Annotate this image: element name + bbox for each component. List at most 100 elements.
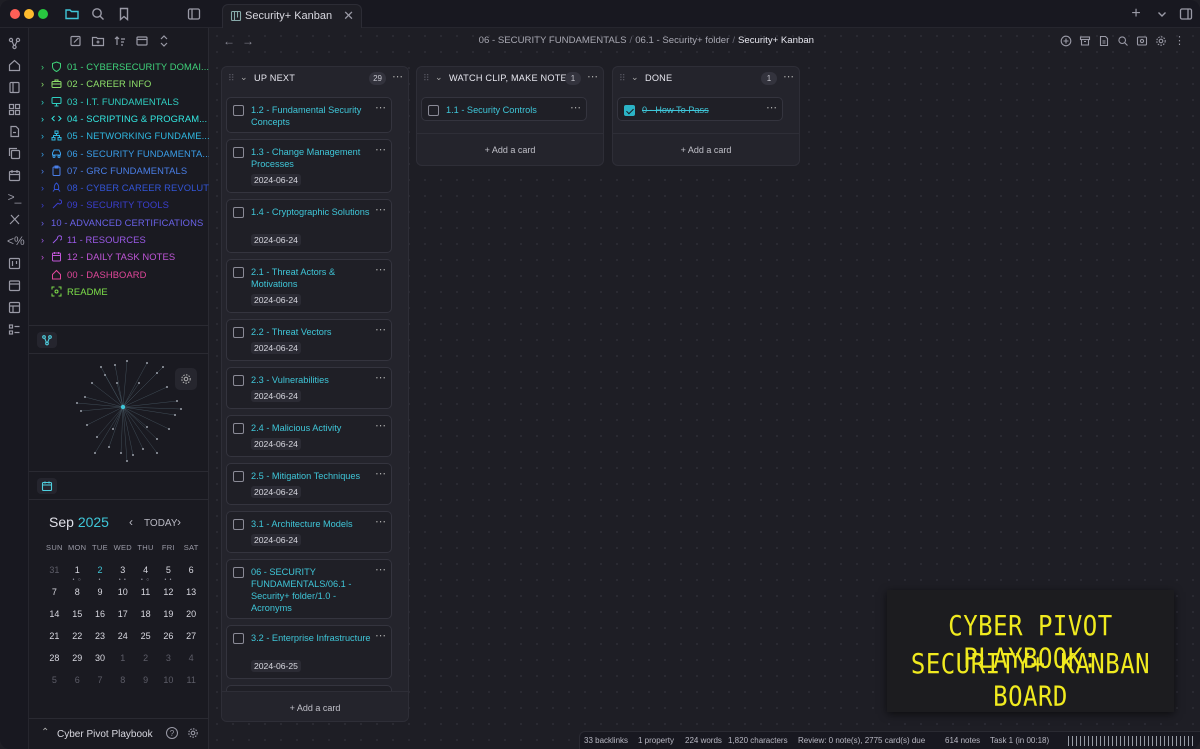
calendar-day[interactable]: 6: [66, 675, 89, 697]
graph-node[interactable]: [120, 452, 122, 454]
kanban-card[interactable]: 2.5 - Mitigation Techniques 2024-06-24 ⋯: [226, 463, 392, 505]
drag-handle-icon[interactable]: ⠿: [423, 73, 430, 84]
graph-node[interactable]: [156, 372, 158, 374]
calendar-day[interactable]: 29: [66, 653, 89, 675]
kanban-card[interactable]: 1.4 - Cryptographic Solutions 2024-06-24 ⋯: [226, 199, 392, 253]
card-title-link[interactable]: 2.5 - Mitigation Techniques: [251, 470, 375, 482]
grid-icon[interactable]: [7, 102, 22, 117]
more-options-icon[interactable]: ⋯: [766, 101, 777, 114]
calendar-day[interactable]: 17: [111, 609, 134, 631]
lane-header[interactable]: ⠿ ⌄ UP NEXT 29 ⋯: [222, 67, 408, 91]
calendar-day[interactable]: 10: [111, 587, 134, 609]
card-title-link[interactable]: 2.3 - Vulnerabilities: [251, 374, 375, 386]
card-checkbox[interactable]: [233, 423, 244, 434]
calendar-day[interactable]: 16: [89, 609, 112, 631]
calendar-day[interactable]: 11: [180, 675, 203, 697]
minimize-window-button[interactable]: [24, 9, 34, 19]
calendar-day[interactable]: 24: [111, 631, 134, 653]
markdown-file-icon[interactable]: [1098, 35, 1110, 47]
more-options-icon[interactable]: ⋯: [375, 629, 386, 642]
chevron-down-icon[interactable]: ⌄: [240, 72, 248, 83]
calendar-icon[interactable]: [7, 168, 22, 183]
calendar-day[interactable]: 12: [157, 587, 180, 609]
kanban-card[interactable]: 1.3 - Change Management Processes 2024-06…: [226, 139, 392, 193]
kanban-card[interactable]: 0 - How To Pass ⋯: [617, 97, 783, 121]
lane-header[interactable]: ⠿ ⌄ DONE 1 ⋯: [613, 67, 799, 91]
add-list-icon[interactable]: [1060, 35, 1072, 47]
kanban-card[interactable]: 06 - SECURITY FUNDAMENTALS/06.1 - Securi…: [226, 559, 392, 619]
calendar-day[interactable]: 26: [157, 631, 180, 653]
card-date[interactable]: 2024-06-25: [251, 660, 301, 672]
more-options-icon[interactable]: ⋯: [375, 323, 386, 336]
add-card-button[interactable]: + Add a card: [417, 145, 603, 155]
back-arrow-icon[interactable]: ←: [223, 34, 235, 48]
search-icon[interactable]: [1117, 35, 1129, 47]
kanban-card[interactable]: 3.2 - Enterprise Infrastructure 2024-06-2…: [226, 625, 392, 679]
card-checkbox[interactable]: [233, 147, 244, 158]
new-tab-icon[interactable]: +: [1128, 6, 1144, 22]
tree-folder[interactable]: › 08 - CYBER CAREER REVOLUTION: [41, 182, 226, 197]
more-options-icon[interactable]: ⋯: [392, 70, 403, 83]
card-date[interactable]: 2024-06-24: [251, 294, 301, 306]
card-title-link[interactable]: 2.1 - Threat Actors & Motivations: [251, 266, 375, 290]
board-view-icon[interactable]: [1136, 35, 1148, 47]
graph-node[interactable]: [112, 428, 114, 430]
calendar-day[interactable]: 1: [111, 653, 134, 675]
more-options-icon[interactable]: ⋯: [783, 70, 794, 83]
more-options-icon[interactable]: ⋯: [375, 101, 386, 114]
graph-node[interactable]: [176, 400, 178, 402]
tree-folder[interactable]: › 12 - DAILY TASK NOTES: [41, 251, 175, 266]
calendar-day[interactable]: 2: [134, 653, 157, 675]
vault-switcher[interactable]: ⌃ Cyber Pivot Playbook ?: [29, 718, 209, 749]
card-title-link[interactable]: 3.2 - Enterprise Infrastructure: [251, 632, 375, 644]
calendar-day[interactable]: 8: [111, 675, 134, 697]
more-options-icon[interactable]: ⋯: [375, 263, 386, 276]
calendar-day[interactable]: 6: [180, 565, 203, 587]
graph-node[interactable]: [114, 364, 116, 366]
kanban-card[interactable]: 2.2 - Threat Vectors 2024-06-24 ⋯: [226, 319, 392, 361]
calendar-day[interactable]: 30: [89, 653, 112, 675]
graph-node[interactable]: [91, 382, 93, 384]
card-checkbox[interactable]: [233, 633, 244, 644]
graph-node[interactable]: [94, 452, 96, 454]
add-card-button[interactable]: + Add a card: [222, 703, 408, 713]
calendar-day[interactable]: 21: [43, 631, 66, 653]
review-status[interactable]: Review: 0 note(s), 2775 card(s) due: [798, 736, 925, 745]
kanban-card[interactable]: 3.1 - Architecture Models 2024-06-24 ⋯: [226, 511, 392, 553]
add-card-button[interactable]: + Add a card: [613, 145, 799, 155]
calendar-day[interactable]: 4: [180, 653, 203, 675]
chevron-right-icon[interactable]: ›: [41, 200, 51, 210]
graph-node[interactable]: [100, 366, 102, 368]
today-button[interactable]: TODAY: [144, 518, 178, 529]
more-options-icon[interactable]: ⋯: [375, 203, 386, 216]
card-date[interactable]: 2024-06-24: [251, 534, 301, 546]
lane-header[interactable]: ⠿ ⌄ WATCH CLIP, MAKE NOTES 1 ⋯: [417, 67, 603, 91]
daily-note-icon[interactable]: [7, 278, 22, 293]
maximize-window-button[interactable]: [38, 9, 48, 19]
percent-code-icon[interactable]: <%: [7, 234, 25, 249]
card-checkbox[interactable]: [233, 327, 244, 338]
close-window-button[interactable]: [10, 9, 20, 19]
task-timer[interactable]: Task 1 (in 00:18): [990, 736, 1049, 745]
sidebar-toggle-icon[interactable]: [186, 6, 202, 22]
new-note-icon[interactable]: [69, 34, 83, 48]
kanban-card[interactable]: 2.1 - Threat Actors & Motivations 2024-06…: [226, 259, 392, 313]
chevron-right-icon[interactable]: ›: [41, 252, 51, 262]
graph-node[interactable]: [84, 396, 86, 398]
tree-folder[interactable]: › 04 - SCRIPTING & PROGRAM...: [41, 113, 207, 128]
graph-node[interactable]: [132, 454, 134, 456]
kanban-card[interactable]: 1.1 - Security Controls ⋯: [421, 97, 587, 121]
tree-folder[interactable]: › 10 - ADVANCED CERTIFICATIONS: [41, 217, 203, 232]
graph-node[interactable]: [142, 448, 144, 450]
card-title-link[interactable]: 1.2 - Fundamental Security Concepts: [251, 104, 375, 128]
breadcrumb-item[interactable]: 06 - SECURITY FUNDAMENTALS: [479, 35, 627, 46]
bookmark-icon[interactable]: [116, 6, 132, 22]
graph-view-tab[interactable]: [37, 332, 57, 348]
more-options-icon[interactable]: ⋯: [587, 70, 598, 83]
calendar-day[interactable]: 5: [43, 675, 66, 697]
tree-folder[interactable]: › 06 - SECURITY FUNDAMENTA...: [41, 148, 211, 163]
gear-icon[interactable]: [175, 368, 197, 390]
more-options-icon[interactable]: ⋯: [375, 143, 386, 156]
calendar-day[interactable]: 20: [180, 609, 203, 631]
calendar-day[interactable]: 3 • •: [111, 565, 134, 587]
